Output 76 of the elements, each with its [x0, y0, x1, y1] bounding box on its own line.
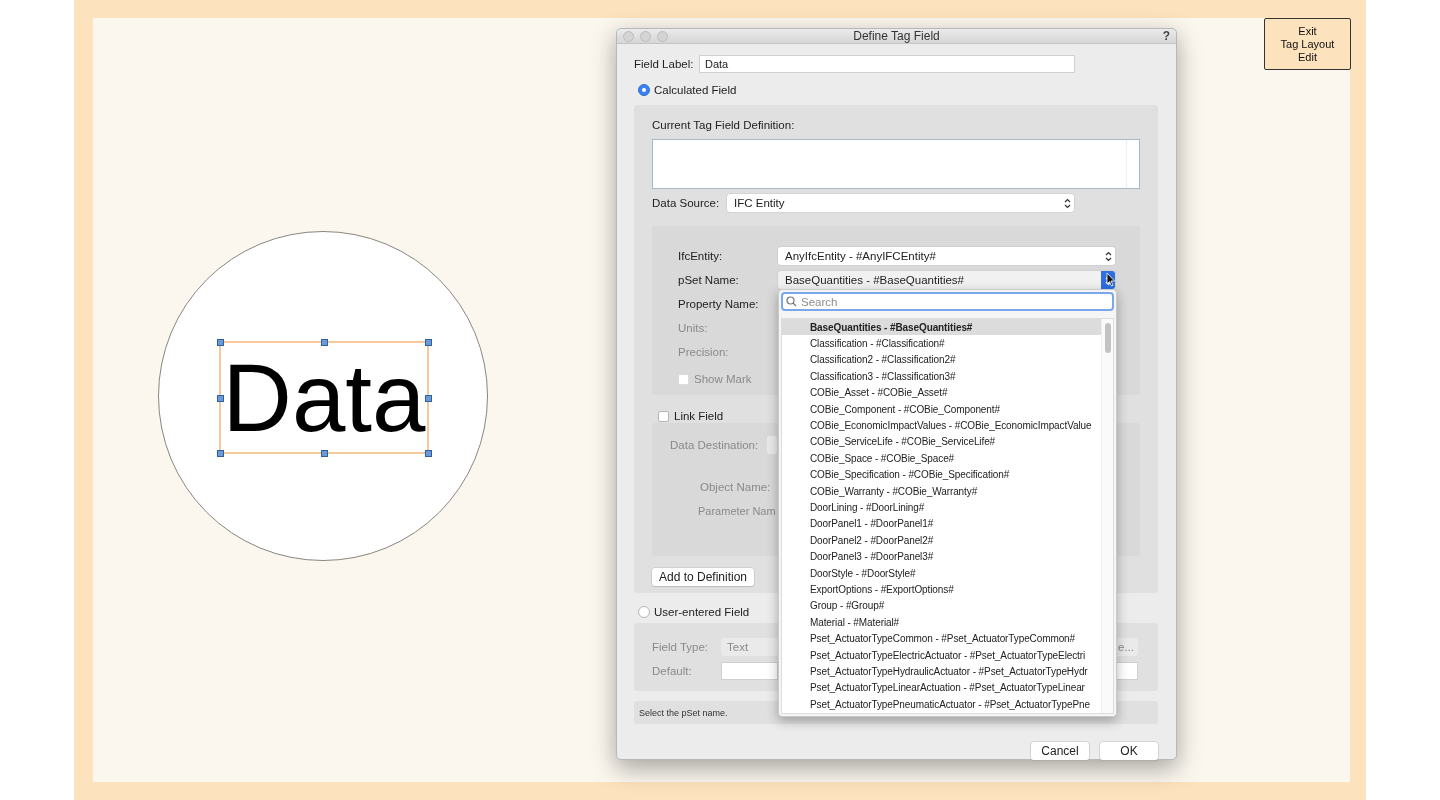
selection-handle[interactable] — [321, 339, 328, 346]
field-label-label: Field Label: — [634, 58, 695, 70]
menu-item[interactable]: Pset_ActuatorTypeCommon - #Pset_ActuatorTypeCommon# — [782, 630, 1101, 647]
definition-label: Current Tag Field Definition: — [652, 119, 795, 131]
selection-handle[interactable] — [217, 450, 224, 457]
menu-item[interactable]: COBie_Warranty - #COBie_Warranty# — [782, 482, 1101, 500]
window-title: Define Tag Field — [853, 29, 940, 43]
menu-item[interactable]: ExportOptions - #ExportOptions# — [782, 581, 1101, 598]
radio-label: User-entered Field — [654, 606, 750, 618]
data-destination-label: Data Destination: — [670, 439, 760, 451]
show-mark-label: Show Mark — [694, 373, 752, 385]
menu-item[interactable]: COBie_Space - #COBie_Space# — [782, 450, 1101, 467]
radio-label: Calculated Field — [654, 84, 737, 96]
menu-item[interactable]: Pset_ActuatorTypeElectricActuator - #Pset_ActuatorTypeElectri — [782, 646, 1101, 664]
menu-item[interactable]: COBie_Specification - #COBie_Specification# — [782, 466, 1101, 483]
chevron-updown-icon — [1063, 197, 1071, 209]
menu-item[interactable]: DoorStyle - #DoorStyle# — [782, 564, 1101, 582]
menu-item[interactable]: COBie_Asset - #COBie_Asset# — [782, 384, 1101, 401]
menu-item[interactable]: DoorPanel3 - #DoorPanel3# — [782, 548, 1101, 565]
menu-item[interactable]: DoorPanel1 - #DoorPanel1# — [782, 515, 1101, 533]
help-button[interactable]: ? — [1162, 29, 1170, 43]
selection-handle[interactable] — [217, 395, 224, 402]
minimize-icon[interactable] — [640, 30, 651, 42]
selection-handle[interactable] — [425, 339, 432, 346]
menu-item[interactable]: COBie_ServiceLife - #COBie_ServiceLife# — [782, 433, 1101, 451]
default-label: Default: — [652, 665, 693, 677]
ok-button[interactable]: OK — [1100, 742, 1158, 760]
default-field[interactable] — [721, 662, 778, 680]
tag-text: Data — [222, 349, 426, 446]
property-label: Precision: — [678, 346, 730, 358]
scrollbar[interactable] — [1101, 319, 1113, 713]
property-label: pSet Name: — [678, 274, 740, 286]
close-icon[interactable] — [623, 30, 634, 42]
selection-handle[interactable] — [321, 450, 328, 457]
definition-field[interactable] — [652, 139, 1140, 189]
parameter-name-label: Parameter Nam — [698, 505, 776, 517]
search-icon — [786, 296, 797, 307]
search-field[interactable]: Search — [781, 292, 1114, 311]
menu-item[interactable]: Classification3 - #Classification3# — [782, 368, 1101, 385]
selection-handle[interactable] — [217, 339, 224, 346]
menu-item[interactable]: Classification2 - #Classification2# — [782, 351, 1101, 369]
add-to-definition-button[interactable]: Add to Definition — [652, 568, 754, 586]
menu-item[interactable]: DoorPanel2 - #DoorPanel2# — [782, 532, 1101, 549]
property-select[interactable]: AnyIfcEntity - #AnyIFCEntity# — [778, 247, 1115, 265]
property-select[interactable]: BaseQuantities - #BaseQuantities# — [778, 271, 1115, 289]
selection-handle[interactable] — [425, 395, 432, 402]
property-label: Property Name: — [678, 298, 760, 310]
menu-item[interactable]: BaseQuantities - #BaseQuantities# — [782, 319, 1101, 336]
field-type-label: Field Type: — [652, 641, 710, 653]
menu-item[interactable]: DoorLining - #DoorLining# — [782, 499, 1101, 516]
menu-item[interactable]: COBie_EconomicImpactValues - #COBie_EconomicImpactValue — [782, 417, 1101, 434]
radio-button[interactable] — [638, 84, 650, 96]
data-source-label: Data Source: — [652, 197, 721, 209]
link-field-checkbox[interactable] — [658, 410, 669, 422]
mouse-pointer-icon — [1106, 272, 1116, 287]
selection-handle[interactable] — [425, 450, 432, 457]
radio-button[interactable] — [638, 606, 650, 618]
property-label: Units: — [678, 322, 709, 334]
cancel-button[interactable]: Cancel — [1031, 742, 1089, 760]
object-name-label: Object Name: — [700, 481, 771, 493]
menu-item[interactable]: Pset_ActuatorTypePneumaticActuator - #Pset_ActuatorTypePne — [782, 696, 1101, 713]
menu-item[interactable]: COBie_Component - #COBie_Component# — [782, 400, 1101, 418]
data-source-select[interactable]: IFC Entity — [727, 194, 1074, 212]
menu-item[interactable]: Pset_ActuatorTypeLinearActuation - #Pset_ActuatorTypeLinear — [782, 679, 1101, 696]
property-label: IfcEntity: — [678, 250, 724, 262]
link-field-label: Link Field — [674, 410, 724, 422]
status-text: Select the pSet name. — [639, 707, 728, 718]
menu-item[interactable]: Material - #Material# — [782, 614, 1101, 631]
data-destination-field[interactable] — [767, 436, 777, 454]
menu-item[interactable]: Group - #Group# — [782, 597, 1101, 615]
menu-item[interactable]: Classification - #Classification# — [782, 335, 1101, 352]
zoom-icon[interactable] — [657, 30, 668, 42]
menu-item[interactable]: Pset_ActuatorTypeHydraulicActuator - #Pset_ActuatorTypeHydr — [782, 663, 1101, 680]
chevron-updown-icon — [1104, 250, 1112, 262]
exit-tag-layout-button[interactable]: Exit Tag Layout Edit — [1264, 18, 1351, 70]
field-label-input[interactable]: Data — [699, 55, 1075, 73]
